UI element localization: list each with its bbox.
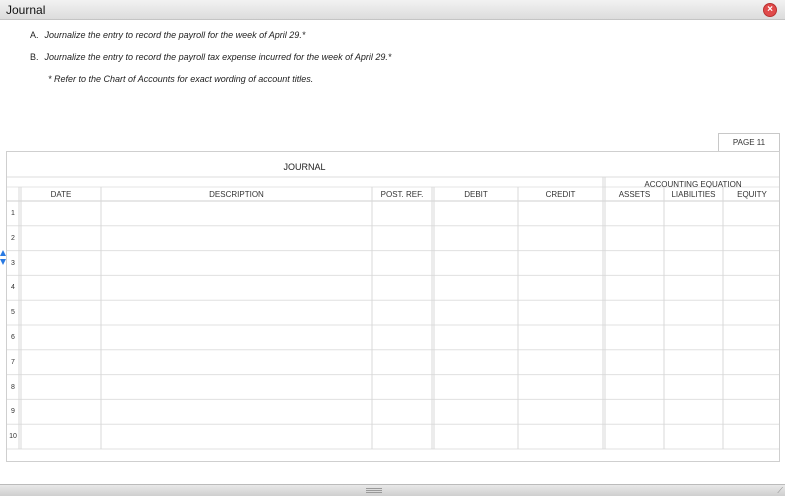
instruction-b-label: B.	[30, 52, 39, 62]
row-number: 7	[11, 358, 15, 366]
col-date: DATE	[50, 190, 72, 199]
row-number: 4	[11, 284, 15, 292]
journal-table: JOURNAL DATE DESCRIPTION POST. REF. DEBI…	[6, 151, 780, 462]
instruction-b: B. Journalize the entry to record the pa…	[30, 52, 391, 62]
col-credit: CREDIT	[545, 190, 576, 199]
instruction-a-label: A.	[30, 30, 39, 40]
window-title: Journal	[6, 3, 46, 17]
col-accounting-equation: ACCOUNTING EQUATION	[644, 180, 742, 188]
col-post-ref: POST. REF.	[380, 190, 424, 199]
page-number-tab: PAGE 11	[718, 133, 780, 152]
row-number: 10	[9, 433, 17, 441]
col-description: DESCRIPTION	[209, 190, 264, 199]
instruction-note: * Refer to the Chart of Accounts for exa…	[48, 74, 314, 84]
instruction-a: A. Journalize the entry to record the pa…	[30, 30, 305, 40]
col-equity: EQUITY	[737, 190, 767, 199]
row-number: 9	[11, 408, 15, 416]
window-titlebar: Journal ×	[0, 0, 785, 20]
row-number: 8	[11, 383, 15, 391]
row-number: 1	[11, 210, 15, 217]
row-number: 6	[11, 334, 15, 341]
close-icon[interactable]: ×	[763, 3, 777, 17]
col-assets: ASSETS	[618, 190, 651, 199]
row-number: 2	[11, 234, 15, 242]
resize-corner-icon[interactable]: ⟋	[777, 486, 783, 496]
instruction-a-text: Journalize the entry to record the payro…	[44, 30, 306, 40]
col-liabilities: LIABILITIES	[671, 190, 716, 199]
instruction-b-text: Journalize the entry to record the payro…	[44, 52, 392, 62]
resize-grip-icon[interactable]	[366, 488, 382, 493]
row-number: 3	[11, 259, 15, 267]
up-down-arrow-icon[interactable]	[0, 250, 6, 270]
window-bottombar: ⟋	[0, 484, 785, 496]
col-debit: DEBIT	[464, 190, 488, 199]
row-number: 5	[11, 309, 15, 317]
